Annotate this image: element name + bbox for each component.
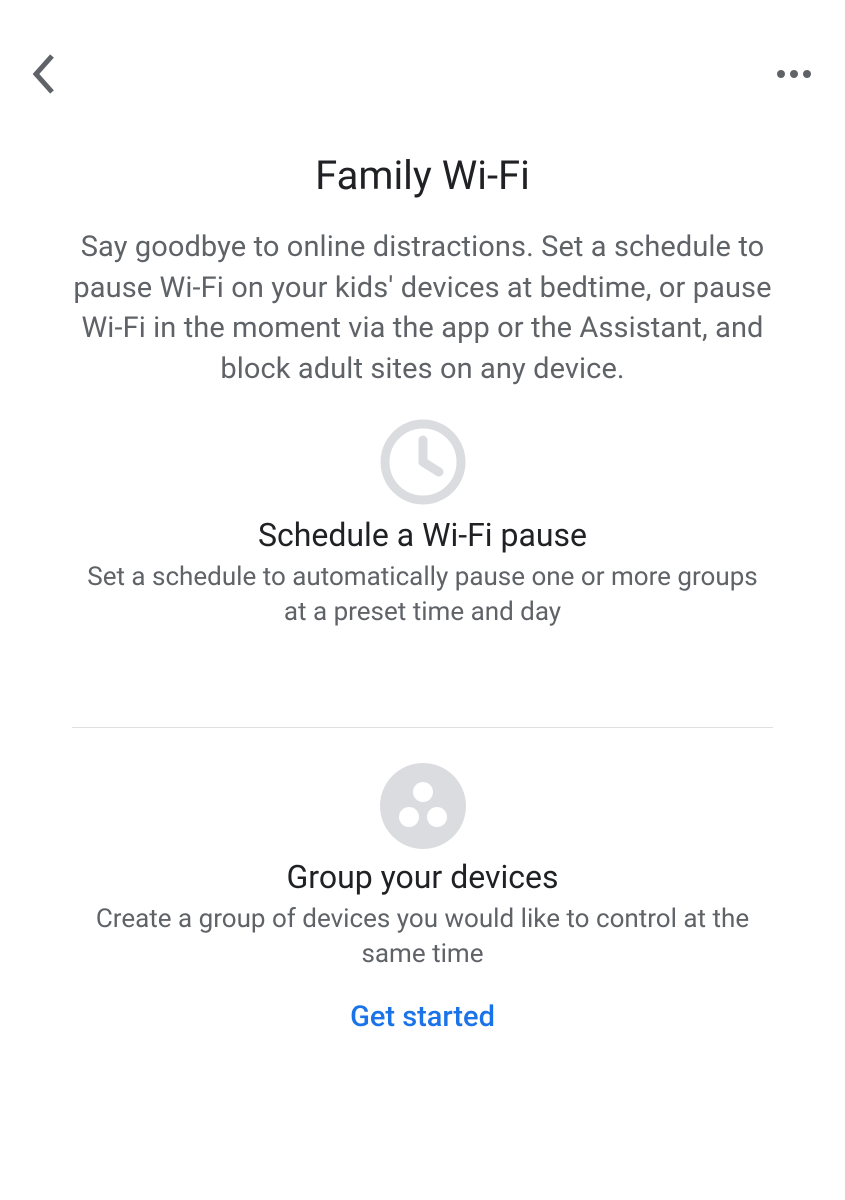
divider	[72, 727, 773, 728]
get-started-button[interactable]: Get started	[350, 1000, 495, 1034]
group-icon	[379, 762, 467, 850]
dot-icon	[790, 70, 798, 78]
back-button[interactable]	[30, 52, 56, 96]
schedule-title: Schedule a Wi-Fi pause	[70, 516, 775, 554]
page-title: Family Wi-Fi	[0, 152, 845, 199]
clock-icon	[377, 416, 469, 508]
chevron-left-icon	[30, 52, 56, 96]
group-icon-wrap	[70, 762, 775, 850]
group-title: Group your devices	[70, 858, 775, 896]
page-description: Say goodbye to online distractions. Set …	[50, 227, 795, 389]
header-bar	[0, 0, 845, 100]
more-button[interactable]	[777, 70, 811, 78]
group-feature: Group your devices Create a group of dev…	[0, 762, 845, 1034]
clock-icon-wrap	[70, 416, 775, 508]
schedule-feature: Schedule a Wi-Fi pause Set a schedule to…	[0, 416, 845, 630]
schedule-subtitle: Set a schedule to automatically pause on…	[70, 560, 775, 630]
dot-icon	[777, 70, 785, 78]
group-subtitle: Create a group of devices you would like…	[70, 902, 775, 972]
dot-icon	[803, 70, 811, 78]
